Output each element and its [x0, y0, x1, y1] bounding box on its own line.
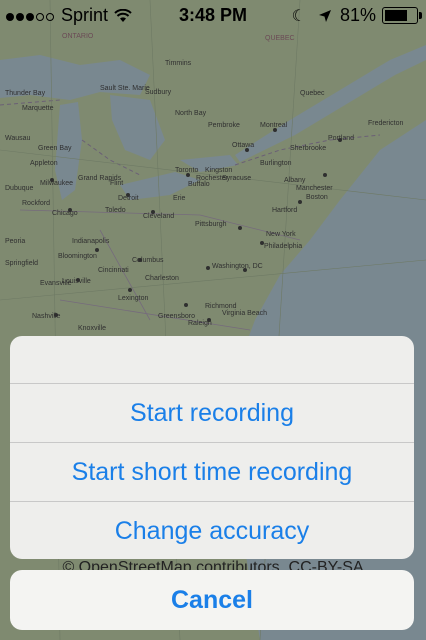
start-short-time-recording-button[interactable]: Start short time recording — [10, 443, 414, 502]
status-bar: Sprint 3:48 PM ☾ 81% — [0, 0, 426, 30]
battery-fill — [385, 10, 407, 21]
change-accuracy-button[interactable]: Change accuracy — [10, 502, 414, 559]
status-bar-right: ☾ 81% — [291, 5, 422, 26]
action-sheet-header — [10, 336, 414, 384]
start-recording-button[interactable]: Start recording — [10, 384, 414, 443]
battery-percent: 81% — [339, 5, 376, 25]
action-sheet: Start recording Start short time recordi… — [10, 336, 414, 559]
location-arrow-icon — [318, 9, 331, 22]
moon-icon: ☾ — [291, 7, 306, 25]
cancel-button[interactable]: Cancel — [10, 570, 414, 630]
battery-icon — [382, 7, 422, 24]
